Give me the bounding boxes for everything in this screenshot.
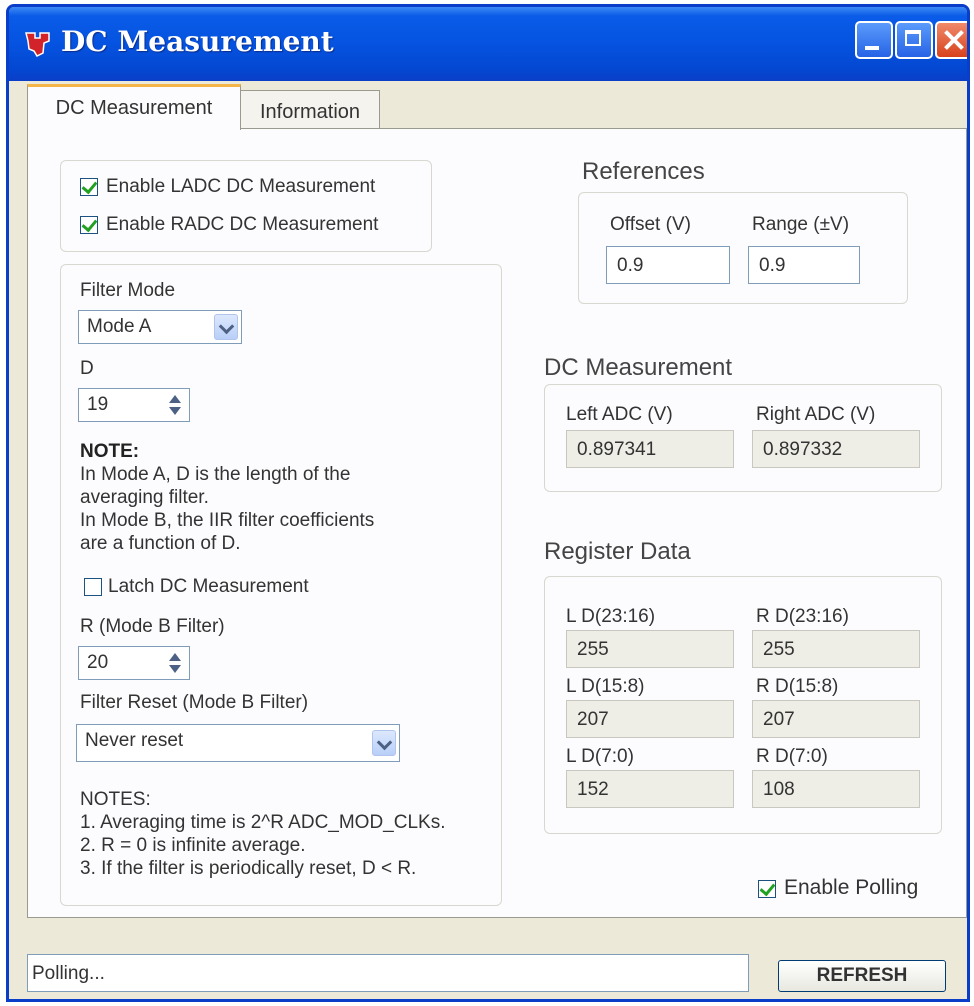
enable-ladc-checkbox[interactable]	[80, 178, 98, 196]
reset-label: Filter Reset (Mode B Filter)	[80, 692, 309, 713]
note-title: NOTE:	[80, 441, 140, 462]
chevron-down-icon[interactable]	[372, 730, 396, 756]
title-bar[interactable]: DC Measurement	[9, 7, 967, 81]
enable-ladc-label: Enable LADC DC Measurement	[106, 176, 376, 197]
r-d15-8-value: 207	[752, 700, 920, 738]
right-adc-value: 0.897332	[752, 430, 920, 468]
l-d23-16-label: L D(23:16)	[566, 606, 656, 627]
l-d15-8-label: L D(15:8)	[566, 676, 645, 697]
notes-line: 3. If the filter is periodically reset, …	[80, 858, 417, 879]
l-d23-16-value: 255	[566, 630, 734, 668]
note-line: In Mode A, D is the length of the	[80, 464, 351, 485]
filter-mode-select[interactable]: Mode A	[78, 310, 242, 344]
enable-polling-checkbox[interactable]	[758, 880, 776, 898]
r-label: R (Mode B Filter)	[80, 616, 225, 637]
references-heading: References	[582, 158, 705, 185]
register-heading: Register Data	[544, 538, 691, 565]
tab-dc-measurement[interactable]: DC Measurement	[27, 84, 241, 130]
d-value: 19	[87, 394, 109, 415]
latch-checkbox[interactable]	[84, 578, 102, 596]
right-adc-label: Right ADC (V)	[756, 404, 876, 425]
r-stepper[interactable]: 20	[78, 646, 190, 680]
spin-arrows-icon[interactable]	[165, 651, 185, 675]
note-line: are a function of D.	[80, 533, 241, 554]
window-title: DC Measurement	[61, 25, 334, 58]
offset-input[interactable]: 0.9	[606, 246, 730, 284]
filter-mode-label: Filter Mode	[80, 280, 176, 301]
range-label: Range (±V)	[752, 214, 850, 235]
enable-group	[60, 160, 432, 252]
maximize-icon[interactable]	[895, 21, 933, 59]
enable-radc-label: Enable RADC DC Measurement	[106, 214, 379, 235]
ti-logo-icon	[25, 32, 50, 57]
note-line: In Mode B, the IIR filter coefficients	[80, 510, 375, 531]
r-d7-0-value: 108	[752, 770, 920, 808]
r-d23-16-label: R D(23:16)	[756, 606, 849, 627]
l-d7-0-label: L D(7:0)	[566, 746, 634, 767]
d-label: D	[80, 358, 94, 379]
filter-mode-value: Mode A	[87, 316, 152, 337]
r-d7-0-label: R D(7:0)	[756, 746, 828, 767]
d-stepper[interactable]: 19	[78, 388, 190, 422]
note-block: NOTE: In Mode A, D is the length of the …	[80, 440, 374, 555]
tab-information[interactable]: Information	[240, 90, 380, 132]
minimize-icon[interactable]	[855, 21, 893, 59]
close-icon[interactable]	[935, 21, 967, 59]
spin-arrows-icon[interactable]	[165, 393, 185, 417]
status-field: Polling...	[27, 954, 749, 992]
l-d15-8-value: 207	[566, 700, 734, 738]
notes-title: NOTES:	[80, 789, 151, 810]
r-d15-8-label: R D(15:8)	[756, 676, 839, 697]
notes-block: NOTES: 1. Averaging time is 2^R ADC_MOD_…	[80, 788, 446, 880]
l-d7-0-value: 152	[566, 770, 734, 808]
latch-label: Latch DC Measurement	[108, 576, 309, 597]
r-value: 20	[87, 652, 109, 673]
notes-line: 2. R = 0 is infinite average.	[80, 835, 306, 856]
left-adc-value: 0.897341	[566, 430, 734, 468]
r-d23-16-value: 255	[752, 630, 920, 668]
note-line: averaging filter.	[80, 487, 209, 508]
refresh-button[interactable]: REFRESH	[778, 960, 946, 992]
notes-line: 1. Averaging time is 2^R ADC_MOD_CLKs.	[80, 812, 446, 833]
filter-reset-value: Never reset	[85, 730, 184, 751]
enable-polling-label: Enable Polling	[784, 876, 919, 899]
filter-reset-select[interactable]: Never reset	[76, 724, 400, 762]
enable-radc-checkbox[interactable]	[80, 216, 98, 234]
dc-measurement-heading: DC Measurement	[544, 354, 733, 381]
left-adc-label: Left ADC (V)	[566, 404, 673, 425]
offset-label: Offset (V)	[610, 214, 691, 235]
chevron-down-icon[interactable]	[214, 314, 238, 340]
range-input[interactable]: 0.9	[748, 246, 860, 284]
